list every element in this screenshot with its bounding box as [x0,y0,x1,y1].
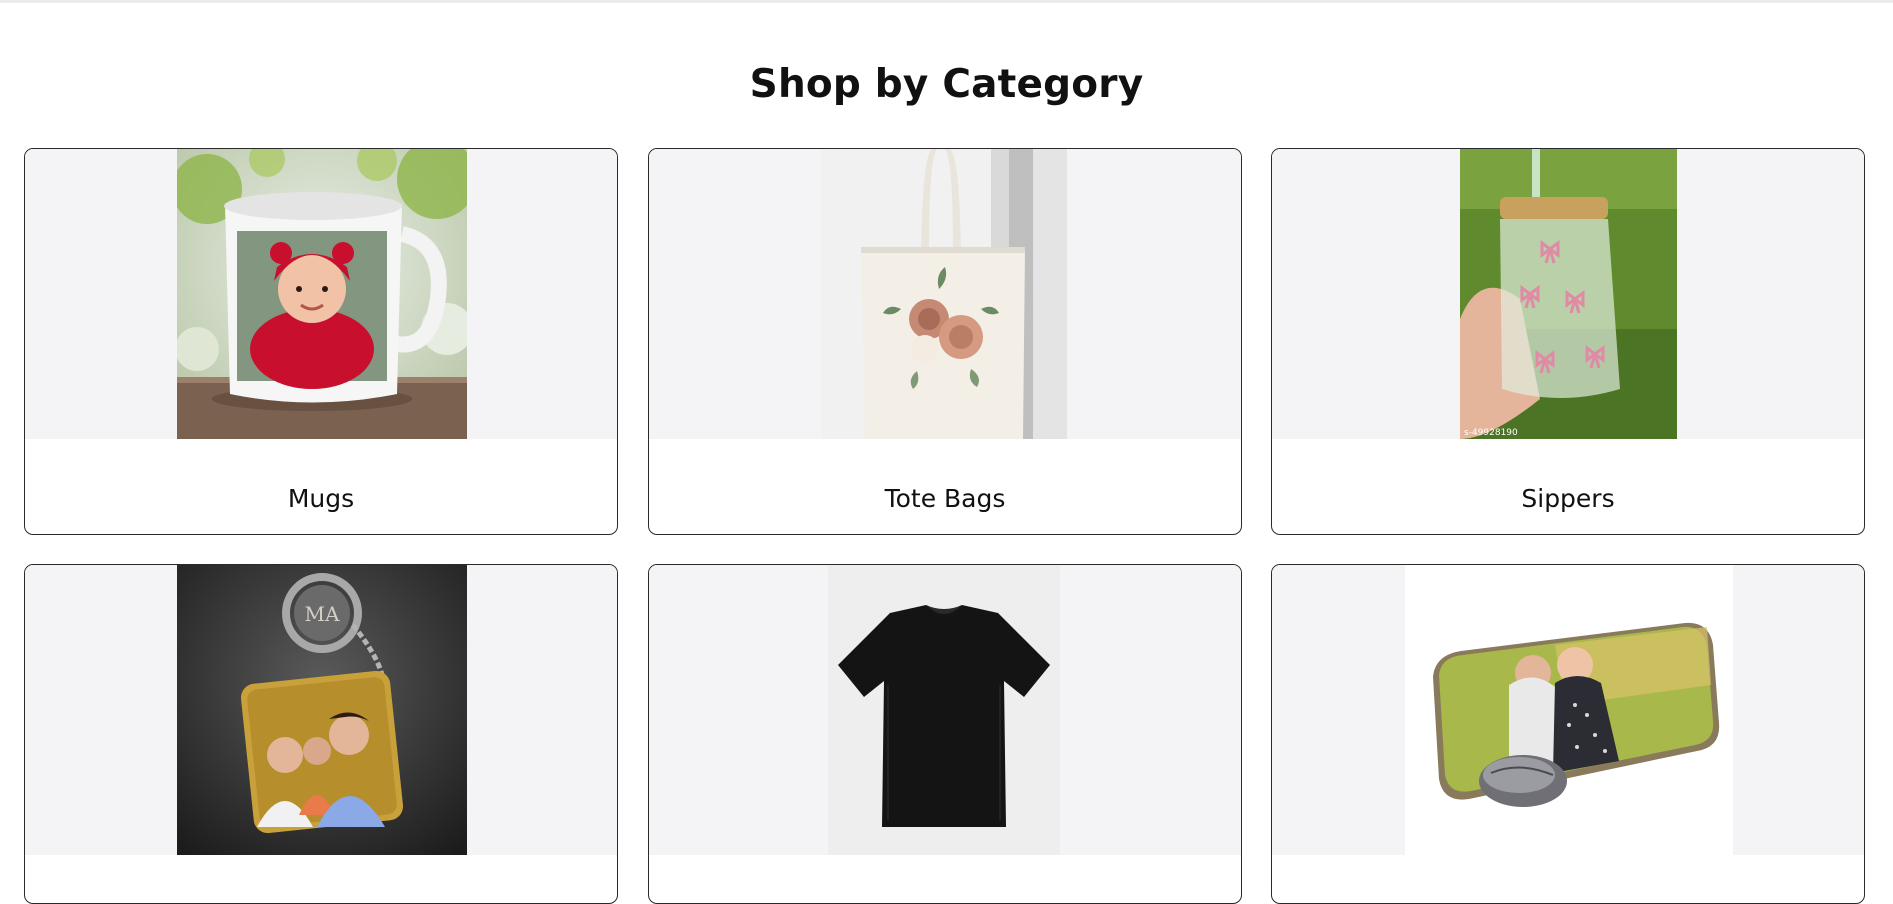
mousepad-photo [1405,565,1733,855]
category-card-mugs[interactable]: Mugs [24,148,618,535]
sipper-watermark: s-49928190 [1464,428,1518,438]
page-title: Shop by Category [749,62,1144,107]
category-image-area: s-49928190 [1272,149,1864,439]
keychain-engraving: MA [305,602,340,626]
category-image-area [649,149,1241,439]
category-card-mousepads[interactable] [1271,564,1865,904]
category-image-area: MA [25,565,617,855]
top-divider [0,0,1893,3]
sipper-photo: s-49928190 [1460,149,1677,439]
category-image-area [1272,565,1864,855]
tote-bag-photo [821,149,1067,439]
category-label[interactable]: Mugs [25,484,617,513]
category-card-keychains[interactable]: MA [24,564,618,904]
keychain-photo: MA [177,565,467,855]
category-label[interactable]: Sippers [1272,484,1864,513]
tshirt-photo [828,565,1060,855]
category-card-tote-bags[interactable]: Tote Bags [648,148,1242,535]
category-image-area [649,565,1241,855]
category-image-area [25,149,617,439]
category-label[interactable]: Tote Bags [649,484,1241,513]
category-card-tshirts[interactable] [648,564,1242,904]
mug-photo [177,149,467,439]
category-card-sippers[interactable]: s-49928190 Sippers [1271,148,1865,535]
